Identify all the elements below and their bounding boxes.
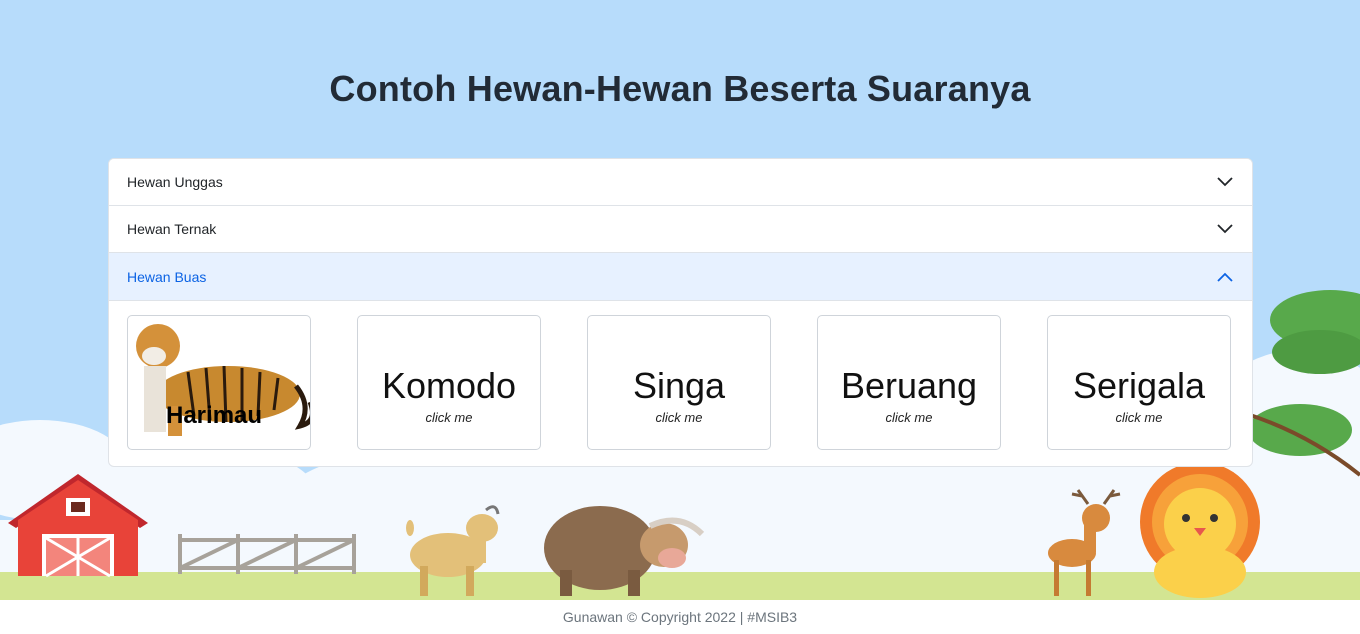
accordion-header-hewan-buas[interactable]: Hewan Buas [109, 253, 1252, 301]
accordion-body-hewan-buas: Harimau Komodo click me Singa click me B… [109, 301, 1252, 466]
chevron-down-icon [1216, 220, 1234, 238]
card-subtext: click me [425, 410, 473, 425]
animal-accordion: Hewan Unggas Hewan Ternak Hewan Buas Har… [108, 158, 1253, 467]
accordion-label: Hewan Unggas [127, 174, 223, 190]
card-subtext: click me [1115, 410, 1163, 425]
accordion-label: Hewan Buas [127, 268, 207, 285]
animal-card-harimau[interactable]: Harimau [127, 315, 311, 450]
card-subtext: click me [885, 410, 933, 425]
animal-card-serigala[interactable]: Serigala click me [1047, 315, 1231, 450]
chevron-up-icon [1216, 268, 1234, 286]
page-title: Contoh Hewan-Hewan Beserta Suaranya [329, 68, 1031, 110]
animal-card-singa[interactable]: Singa click me [587, 315, 771, 450]
card-label: Komodo [381, 365, 517, 406]
card-label: Beruang [840, 365, 978, 406]
animal-card-beruang[interactable]: Beruang click me [817, 315, 1001, 450]
animal-card-komodo[interactable]: Komodo click me [357, 315, 541, 450]
chevron-down-icon [1216, 173, 1234, 191]
lion-illustration [1140, 462, 1260, 598]
accordion-label: Hewan Ternak [127, 221, 217, 237]
fence [178, 534, 356, 574]
card-subtext: click me [655, 410, 703, 425]
accordion-header-hewan-ternak[interactable]: Hewan Ternak [109, 206, 1252, 253]
accordion-header-hewan-unggas[interactable]: Hewan Unggas [109, 159, 1252, 206]
card-label: Harimau [166, 402, 263, 429]
footer-copyright: Gunawan © Copyright 2022 | #MSIB3 [0, 600, 1360, 634]
card-label: Singa [632, 365, 726, 406]
card-label: Serigala [1072, 365, 1206, 406]
